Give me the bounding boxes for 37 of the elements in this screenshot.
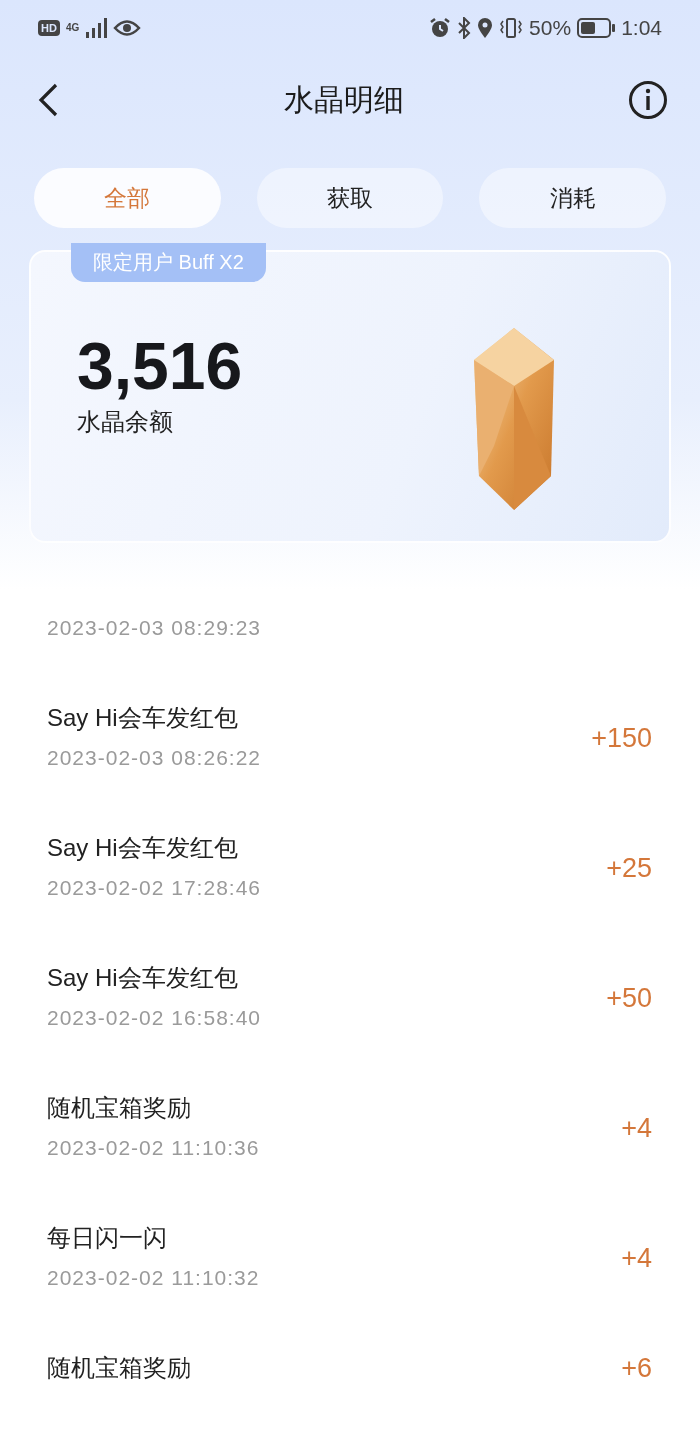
back-icon[interactable] (38, 83, 60, 117)
battery-percent: 50% (529, 15, 572, 40)
record-date: 2023-02-02 11:10:32 (47, 1265, 260, 1291)
record-title: Say Hi会车发红包 (47, 833, 239, 863)
record-date: 2023-02-03 08:29:23 (47, 615, 261, 641)
record-title: Say Hi会车发红包 (47, 703, 239, 733)
record-title: 每日闪一闪 (47, 1223, 168, 1253)
bluetooth-icon (457, 16, 472, 39)
record-title: 随机宝箱奖励 (47, 1353, 191, 1383)
eye-icon (113, 18, 142, 37)
balance-amount: 3,516 (77, 328, 243, 404)
filter-tab[interactable]: 消耗 (479, 168, 666, 228)
balance-label: 水晶余额 (77, 407, 174, 437)
vibrate-icon (499, 16, 524, 39)
record-amount: +50 (606, 982, 652, 1014)
record-title: Say Hi会车发红包 (47, 963, 239, 993)
signal-icon (85, 17, 108, 38)
record-amount: +6 (621, 1352, 652, 1384)
clock-time: 1:04 (621, 15, 662, 40)
location-icon (477, 16, 494, 39)
record-date: 2023-02-02 17:28:46 (47, 875, 261, 901)
record-amount: +4 (621, 1112, 652, 1144)
filter-tab[interactable]: 获取 (256, 168, 444, 228)
network-type: 4G (65, 22, 80, 33)
page-title: 水晶明细 (284, 81, 404, 118)
record-amount: +150 (591, 722, 652, 754)
info-icon[interactable] (628, 80, 668, 120)
battery-icon (577, 17, 616, 38)
record-amount: +25 (606, 852, 652, 884)
record-date: 2023-02-02 16:58:40 (47, 1005, 261, 1031)
record-amount: +4 (621, 1242, 652, 1274)
alarm-icon (429, 16, 452, 39)
record-title: 随机宝箱奖励 (47, 1093, 192, 1123)
hd-icon: HD (38, 19, 60, 36)
record-date: 2023-02-03 08:26:22 (47, 745, 261, 771)
record-date: 2023-02-02 11:10:36 (47, 1135, 260, 1161)
buff-badge: 限定用户 Buff X2 (71, 243, 266, 282)
